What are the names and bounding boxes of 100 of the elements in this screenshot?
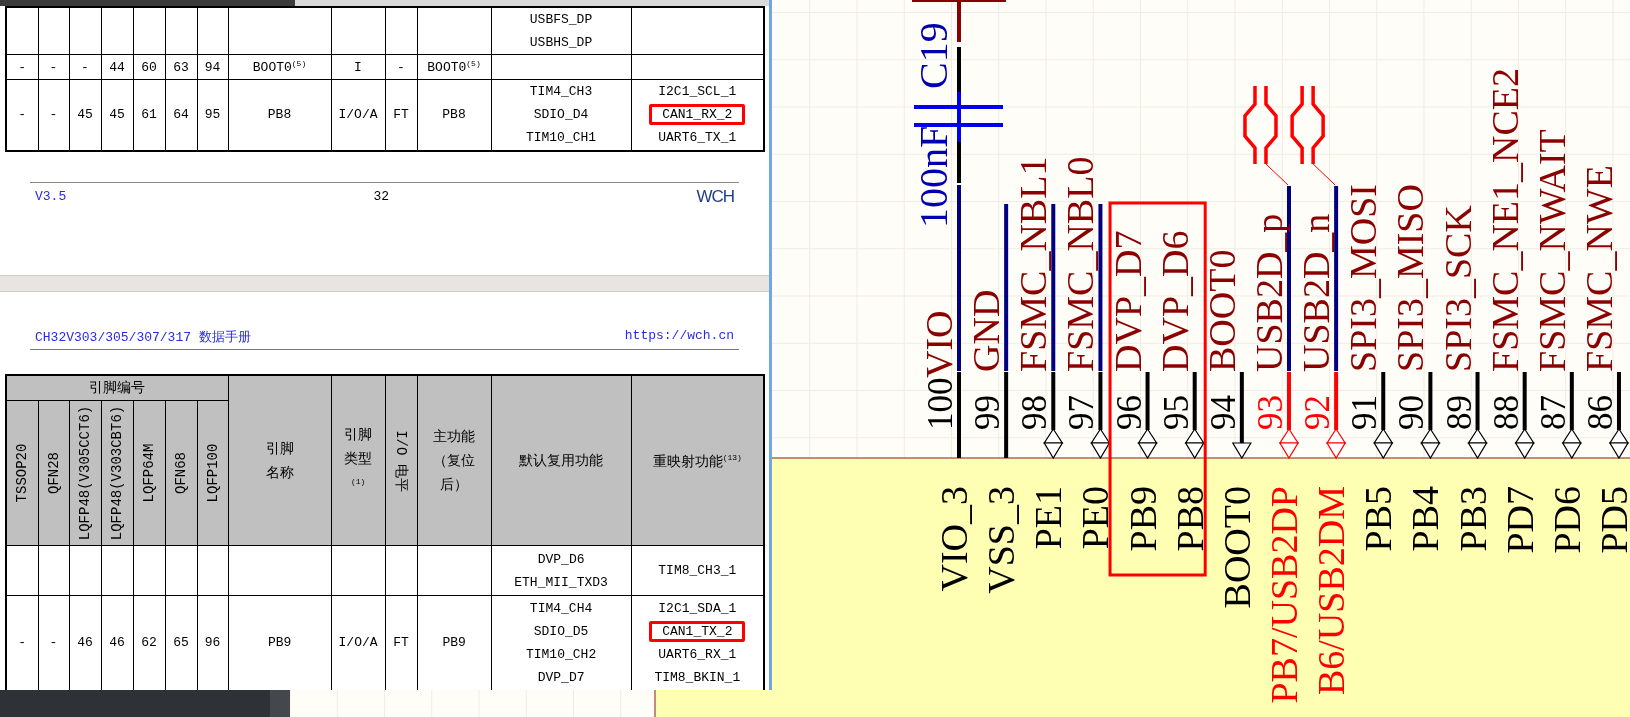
column-header: 默认复用功能 — [519, 452, 604, 469]
function-name: UART6_RX_1 — [658, 646, 737, 662]
table-cell-text: 61 — [141, 107, 157, 123]
net-label: SPI3_MOSI — [1342, 184, 1385, 372]
function-name: SDIO_D4 — [532, 106, 590, 125]
table-cell-text: PB8 — [442, 107, 466, 123]
table-cell-text: - — [49, 59, 58, 75]
function-name: USBHS_DP — [528, 34, 594, 52]
column-header: LQFP100 — [204, 443, 221, 503]
table-cell-text: 62 — [141, 635, 157, 651]
table-cell-text: 94 — [204, 59, 221, 75]
column-header: LQFP64M — [141, 443, 157, 503]
net-label: USB2D_p — [1248, 213, 1290, 372]
pin-name: BOOT0 — [1215, 486, 1258, 609]
function-name: I2C1_SDA_1 — [658, 600, 737, 616]
table-cell-text: 60 — [141, 59, 157, 75]
pin-name: PD5 — [1592, 486, 1630, 554]
net-label: FSMC_NBL1 — [1012, 156, 1055, 372]
table-cell-text: - — [397, 59, 405, 75]
column-header: LQFP48(V305CCT6) — [77, 405, 93, 541]
table-cell-text: - — [49, 635, 58, 651]
table-cell-text: PB9 — [442, 635, 466, 651]
function-name: USBFS_DP — [528, 11, 594, 29]
pin-number: 98 — [1015, 395, 1055, 430]
net-label: FSMC_NWAIT — [1530, 129, 1573, 372]
pin-number: 88 — [1486, 395, 1526, 430]
column-header: QFN28 — [45, 452, 62, 494]
column-header: TSSOP20 — [14, 443, 31, 503]
table-cell-text: 65 — [173, 635, 189, 651]
function-name: DVP_D6 — [536, 550, 586, 569]
pin-name: PB4 — [1404, 486, 1447, 552]
table-cell-text: - — [18, 59, 27, 75]
pin-name: PB5 — [1357, 486, 1400, 552]
table-cell-text: 45 — [77, 107, 93, 123]
pin-name: VIO_3 — [933, 486, 975, 592]
highlighted-function-name: CAN1_RX_2 — [649, 104, 746, 126]
table-cell-text: - — [81, 59, 89, 75]
pin-number: 100 — [921, 377, 960, 430]
pin-name: PE0 — [1074, 486, 1117, 550]
column-group-header: 引脚编号 — [89, 380, 146, 396]
pin-number: 86 — [1580, 395, 1620, 430]
brand-logo: WCH — [696, 186, 734, 207]
table-cell-text: FT — [393, 635, 409, 651]
pin-number: 93 — [1251, 395, 1290, 430]
table-cell-text: I/O/A — [338, 635, 378, 651]
table-cell-text: 46 — [77, 635, 93, 651]
net-label: DVP_D6 — [1153, 230, 1196, 372]
function-name: TIM8_CH3_1 — [658, 563, 737, 578]
column-header: 重映射功能$^{(13)}$ — [652, 454, 742, 471]
table-cell-text: 45 — [109, 107, 125, 123]
function-name: TIM10_CH1 — [524, 129, 598, 148]
function-name: I2C1_SCL_1 — [658, 84, 737, 100]
highlighted-function-name: CAN1_TX_2 — [649, 620, 746, 642]
net-label: FSMC_NWE — [1577, 165, 1620, 372]
table-cell-text: PB9 — [267, 635, 292, 651]
function-name: SDIO_D5 — [532, 622, 590, 641]
net-label: USB2D_n — [1295, 213, 1338, 372]
capacitor-designator: C19 — [911, 22, 956, 89]
function-name: ETH_MII_TXD3 — [513, 573, 609, 592]
pin-name: VSS_3 — [980, 486, 1023, 594]
pin-number: 91 — [1345, 395, 1385, 430]
table-cell-text: - — [18, 107, 27, 123]
table-cell-text: - — [49, 107, 58, 123]
table-cell-text: I/O/A — [338, 107, 378, 123]
capacitor-value: 100nF — [911, 125, 956, 228]
net-label: SPI3_SCK — [1436, 205, 1479, 372]
document-title: CH32V303/305/307/317 数据手册 — [35, 329, 251, 346]
pin-name: PD7 — [1498, 486, 1541, 554]
pin-number: 92 — [1298, 395, 1338, 430]
pin-name: PB7/USB2DP — [1263, 486, 1305, 704]
function-name: UART6_TX_1 — [658, 130, 737, 146]
pin-name: PD6 — [1545, 486, 1588, 554]
net-label: FSMC_NE1_NCE2 — [1483, 67, 1526, 372]
table-cell-text: PB8 — [267, 107, 292, 123]
column-header: LQFP48(V303CBT6) — [109, 405, 125, 541]
pin-name: PB8 — [1168, 486, 1211, 552]
table-cell-text: FT — [393, 107, 409, 123]
pin-number: 95 — [1156, 395, 1196, 430]
pin-number: 87 — [1533, 395, 1573, 430]
table-cell-text: - — [18, 635, 27, 651]
function-name: TIM4_CH4 — [528, 599, 594, 618]
column-header: I/O 电平 — [393, 429, 410, 492]
table-cell-text: BOOT0$^{(5)}$ — [427, 60, 481, 76]
net-label: DVP_D7 — [1106, 230, 1149, 372]
leader-line — [1265, 163, 1289, 186]
leader-line — [1312, 163, 1336, 186]
table-cell-text: 46 — [109, 635, 125, 651]
net-label: VIO — [918, 310, 960, 378]
page-number: 32 — [373, 189, 390, 204]
function-name: TIM8_BKIN_1 — [654, 669, 741, 685]
table-cell-text: 63 — [173, 59, 189, 75]
table-cell-text: I — [354, 59, 362, 75]
function-name: TIM10_CH2 — [524, 645, 598, 664]
table-cell-text: 96 — [204, 635, 221, 651]
pin-name: PB9 — [1121, 486, 1164, 552]
net-label: FSMC_NBL0 — [1059, 156, 1102, 372]
column-header: 引脚 名称 — [265, 440, 294, 481]
table-cell-text: 44 — [109, 59, 125, 75]
pin-number: 96 — [1109, 395, 1149, 430]
pin-name: PE1 — [1027, 486, 1070, 550]
